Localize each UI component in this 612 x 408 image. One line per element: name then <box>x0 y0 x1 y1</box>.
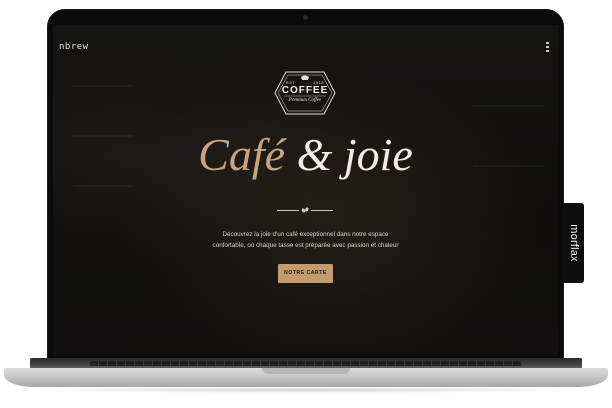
laptop-shadow <box>20 387 592 393</box>
headline-joie: & joie <box>296 129 413 180</box>
side-tag-label: morflax <box>567 224 580 262</box>
camera-icon <box>303 15 308 20</box>
hero-divider <box>277 206 333 214</box>
brand-side-tag: morflax <box>563 203 584 283</box>
keyboard-edge <box>90 361 522 366</box>
hero-headline: Café & joie <box>53 128 558 182</box>
menu-cta-button[interactable]: NOTRE CARTE <box>278 264 333 283</box>
description-line-1: Découvrez la joie d'un café exceptionnel… <box>222 231 389 238</box>
coffee-badge-logo: EST 1918 COFFEE Premium Coffee <box>272 69 338 117</box>
menu-icon[interactable] <box>546 42 549 54</box>
badge-subtitle: Premium Coffee <box>288 98 322 103</box>
background-shelf <box>473 105 543 107</box>
background-shelf <box>73 85 133 87</box>
hero-description: Découvrez la joie d'un café exceptionnel… <box>173 229 438 251</box>
description-line-2: confortable, où chaque tasse est préparé… <box>212 242 399 249</box>
badge-title: COFFEE <box>281 85 329 96</box>
headline-cafe: Café <box>198 129 286 180</box>
coffee-beans-icon <box>301 207 309 213</box>
background-shelf <box>73 185 133 187</box>
site-logo[interactable]: nbrew <box>59 42 89 52</box>
website-screen: nbrew EST 1918 COFFEE Premium Coffee Caf… <box>53 25 558 355</box>
laptop-mockup: nbrew EST 1918 COFFEE Premium Coffee Caf… <box>0 0 612 408</box>
laptop-base-notch <box>262 368 350 374</box>
